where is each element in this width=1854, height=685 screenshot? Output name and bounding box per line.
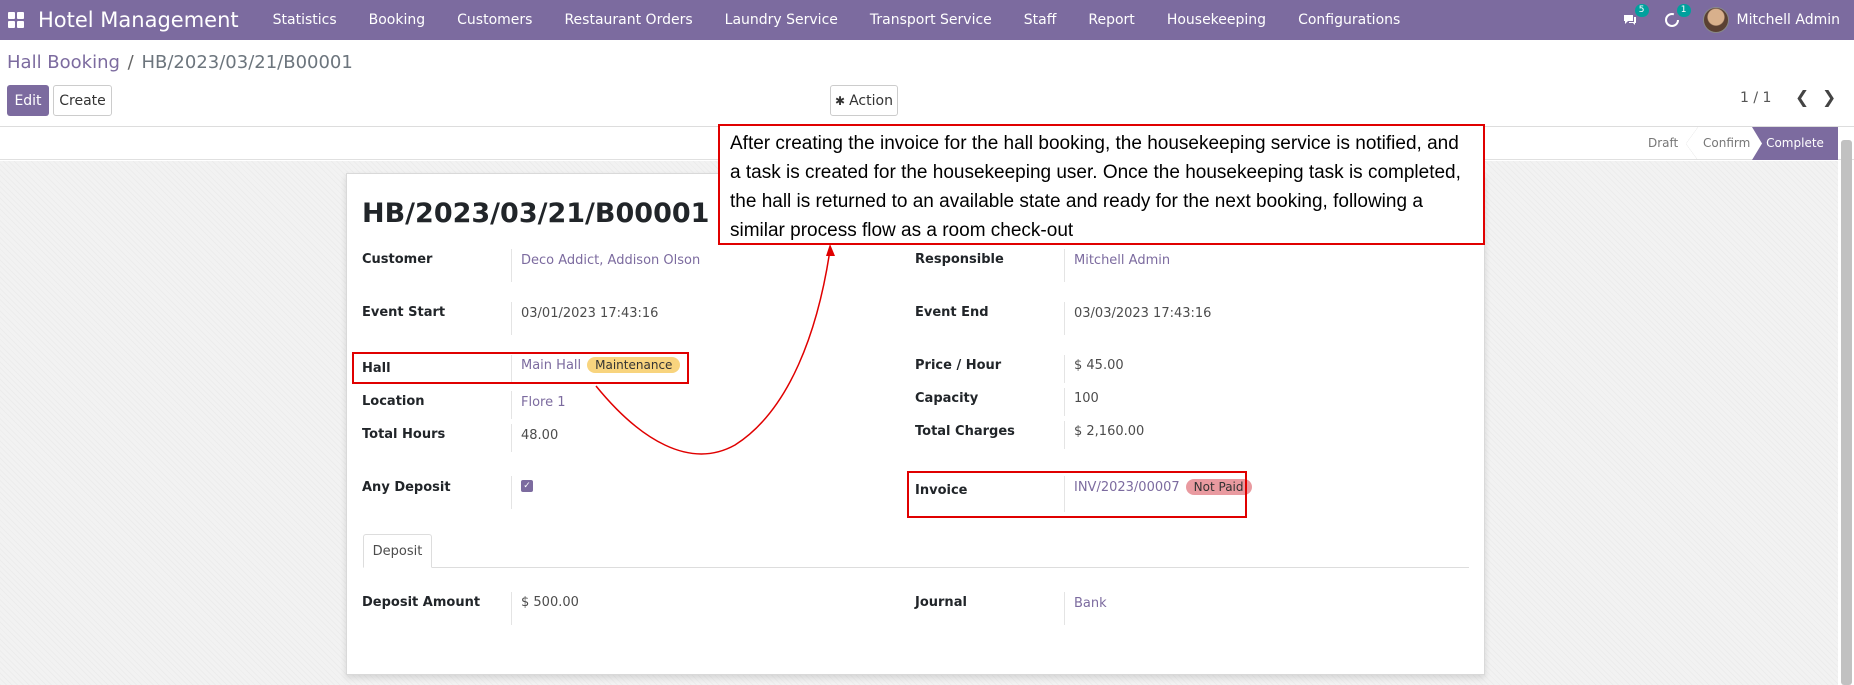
annotation-callout: After creating the invoice for the hall … [718, 124, 1485, 245]
annotation-arrow [595, 244, 835, 455]
